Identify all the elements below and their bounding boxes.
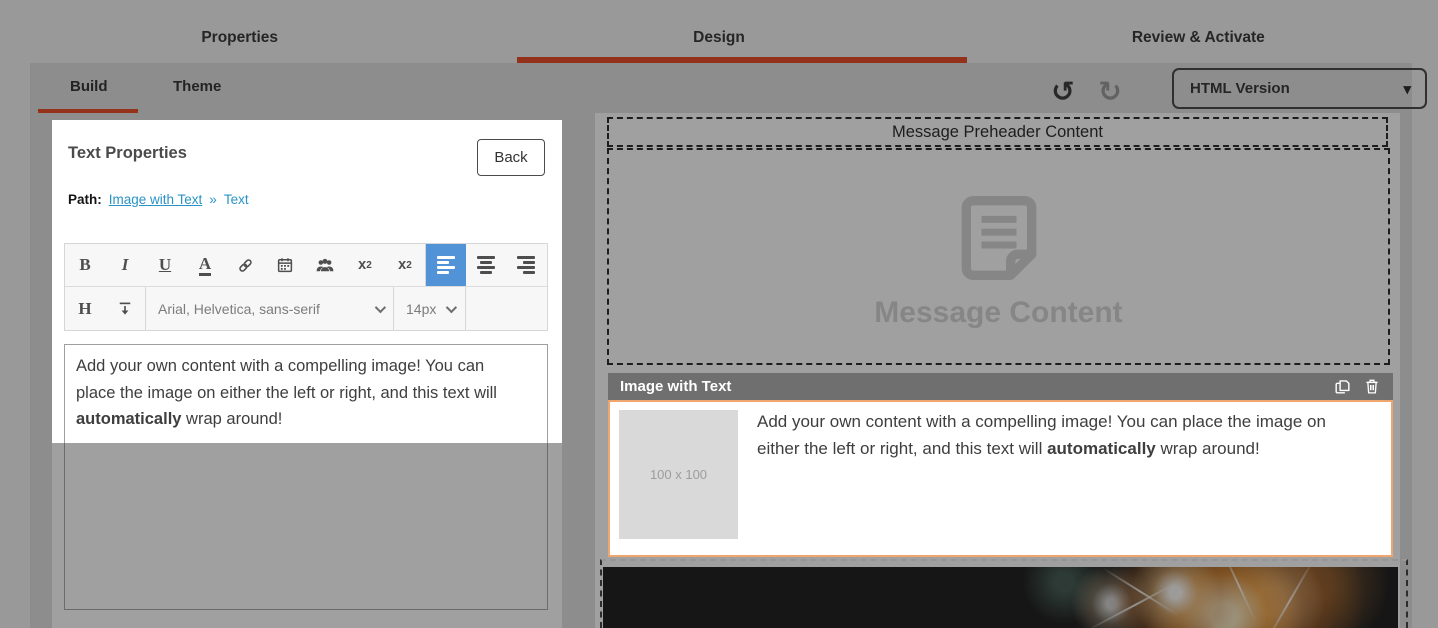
editor-line1: Add your own content with a compelling i… [76,357,484,375]
align-center-button[interactable] [466,244,506,286]
tab-build[interactable]: Build [70,63,108,110]
font-size-dropdown[interactable]: 14px [394,287,466,330]
redo-icon[interactable]: ↻ [1091,72,1129,110]
message-content-dropzone[interactable]: Message Content [607,148,1390,365]
email-builder-app: Properties Design Review & Activate Buil… [0,0,1438,628]
block-text[interactable]: Add your own content with a compelling i… [757,408,1382,462]
trash-icon[interactable] [1363,377,1381,396]
line-height-button[interactable] [105,287,145,330]
html-version-label: HTML Version [1190,80,1290,97]
tab-theme[interactable]: Theme [173,63,221,110]
arrow-down-from-bar-icon [116,300,134,318]
breadcrumb: Path: Image with Text » Text [68,192,249,207]
text-color-button[interactable]: A [185,244,225,286]
block-text-line2-rest: wrap around! [1156,439,1260,458]
build-tab-underline [38,109,138,113]
underline-button[interactable]: U [145,244,185,286]
chevron-down-icon [446,301,457,312]
image-placeholder-label: 100 x 100 [650,467,707,482]
preheader-label: Message Preheader Content [892,123,1103,142]
tab-review-activate[interactable]: Review & Activate [959,0,1438,63]
path-label: Path: [68,192,102,207]
align-center-icon [477,256,495,274]
link-icon [236,256,255,275]
font-family-value: Arial, Helvetica, sans-serif [158,301,320,317]
block-text-line1: Add your own content with a compelling i… [757,412,1326,431]
image-placeholder[interactable]: 100 x 100 [619,410,738,539]
top-nav: Properties Design Review & Activate [0,0,1438,63]
tab-properties[interactable]: Properties [0,0,479,63]
heading-button[interactable]: H [65,287,105,330]
users-icon [315,256,335,274]
tab-design[interactable]: Design [479,0,958,63]
document-icon [961,196,1037,280]
block-title: Image with Text [620,378,731,395]
link-button[interactable] [225,244,265,286]
align-right-button[interactable] [506,244,546,286]
image-with-text-header[interactable]: Image with Text [608,373,1393,400]
text-properties-panel: Text Properties Back Path: Image with Te… [52,120,562,628]
breadcrumb-separator: » [209,192,217,207]
panel-title: Text Properties [68,144,187,163]
chevron-down-icon [375,301,386,312]
editor-line3-rest: wrap around! [181,410,282,428]
block-text-line2: either the left or right, and this text … [757,439,1047,458]
preheader-block[interactable]: Message Preheader Content [607,117,1388,147]
html-version-dropdown[interactable]: HTML Version ▾ [1172,68,1427,109]
sparkler-photo[interactable] [603,567,1398,628]
duplicate-icon[interactable] [1333,377,1352,396]
image-with-text-block[interactable]: 100 x 100 Add your own content with a co… [608,400,1393,557]
font-size-value: 14px [406,301,436,317]
path-link-image-with-text[interactable]: Image with Text [109,192,203,207]
italic-button[interactable]: I [105,244,145,286]
merge-field-button[interactable] [305,244,345,286]
undo-icon[interactable]: ↺ [1044,72,1082,110]
font-family-dropdown[interactable]: Arial, Helvetica, sans-serif [145,287,394,330]
insert-date-button[interactable] [265,244,305,286]
block-text-bold: automatically [1047,439,1156,458]
align-left-icon [437,256,455,274]
rich-text-toolbar: B I U A [64,243,548,331]
chevron-down-icon: ▾ [1403,80,1411,98]
superscript-button[interactable]: x2 [345,244,385,286]
subscript-button[interactable]: x2 [385,244,425,286]
message-content-label: Message Content [874,296,1122,330]
editor-line2: place the image on either the left or ri… [76,384,497,402]
text-content-editor[interactable]: Add your own content with a compelling i… [64,344,548,610]
editor-bold-word: automatically [76,410,181,428]
bold-button[interactable]: B [65,244,105,286]
back-button[interactable]: Back [477,139,545,176]
align-left-button[interactable] [426,244,466,286]
calendar-icon [276,256,294,274]
path-current-text: Text [224,192,249,207]
align-right-icon [517,256,535,274]
